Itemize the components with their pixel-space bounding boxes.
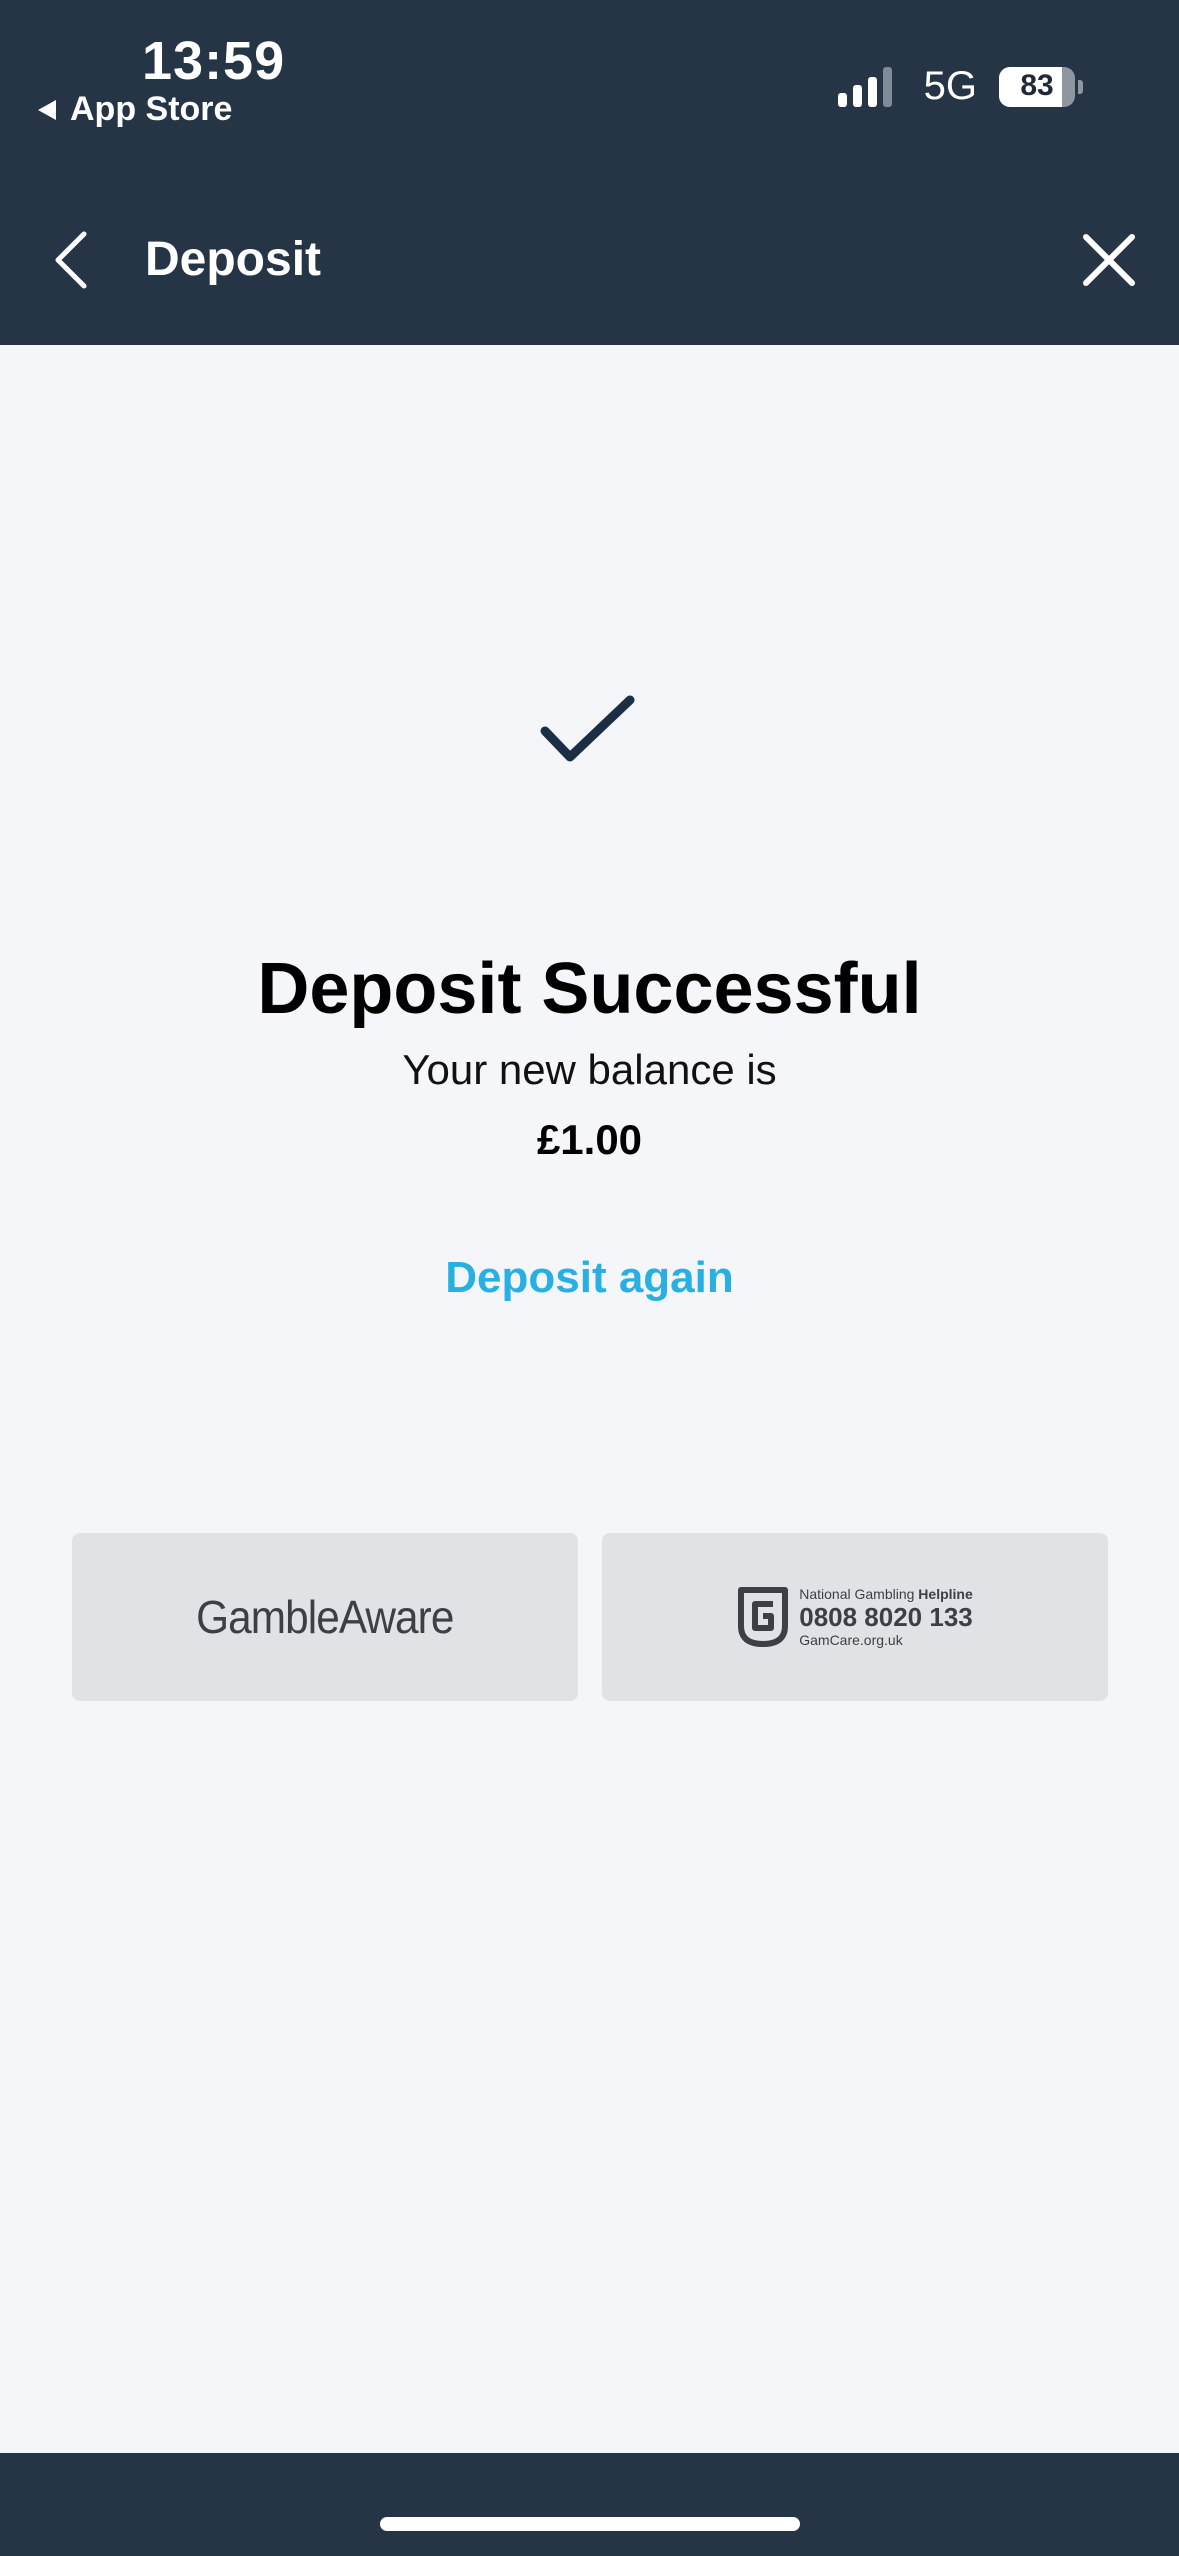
top-bar: 13:59 App Store 5G 83 Deposit (0, 0, 1179, 345)
chevron-left-icon[interactable] (48, 228, 94, 292)
balance-caption: Your new balance is (402, 1046, 777, 1093)
checkmark-icon (540, 695, 635, 762)
bottom-bar (0, 2453, 1179, 2556)
helpline-card[interactable]: National Gambling Helpline 0808 8020 133… (602, 1533, 1108, 1701)
battery-percent: 83 (1020, 68, 1054, 102)
helpline-site: GamCare.org.uk (799, 1632, 903, 1648)
status-indicators: 5G 83 (837, 64, 1083, 109)
network-type: 5G (923, 64, 977, 108)
gambleaware-card[interactable]: GambleAware (72, 1533, 578, 1701)
status-time: 13:59 (142, 31, 286, 91)
gamcare-g-icon (738, 1587, 789, 1647)
gambleaware-logo: GambleAware (196, 1591, 454, 1643)
back-to-app-store[interactable]: App Store (36, 90, 232, 129)
back-triangle-icon (38, 99, 56, 120)
helpline-heading: National Gambling Helpline (799, 1586, 973, 1602)
deposit-again-link[interactable]: Deposit again (0, 1253, 1179, 1303)
battery-icon: 83 (999, 66, 1075, 107)
page-title: Deposit (145, 233, 322, 286)
balance-value: £1.00 (536, 1116, 643, 1163)
success-title: Deposit Successful (257, 949, 922, 1029)
helpline-logo: National Gambling Helpline 0808 8020 133… (737, 1586, 973, 1648)
home-indicator[interactable] (380, 2517, 800, 2531)
helpline-phone: 0808 8020 133 (799, 1602, 973, 1632)
back-to-app-label: App Store (70, 90, 233, 128)
battery-tip (1078, 79, 1083, 94)
signal-icon (837, 66, 898, 107)
close-icon[interactable] (1081, 232, 1137, 288)
